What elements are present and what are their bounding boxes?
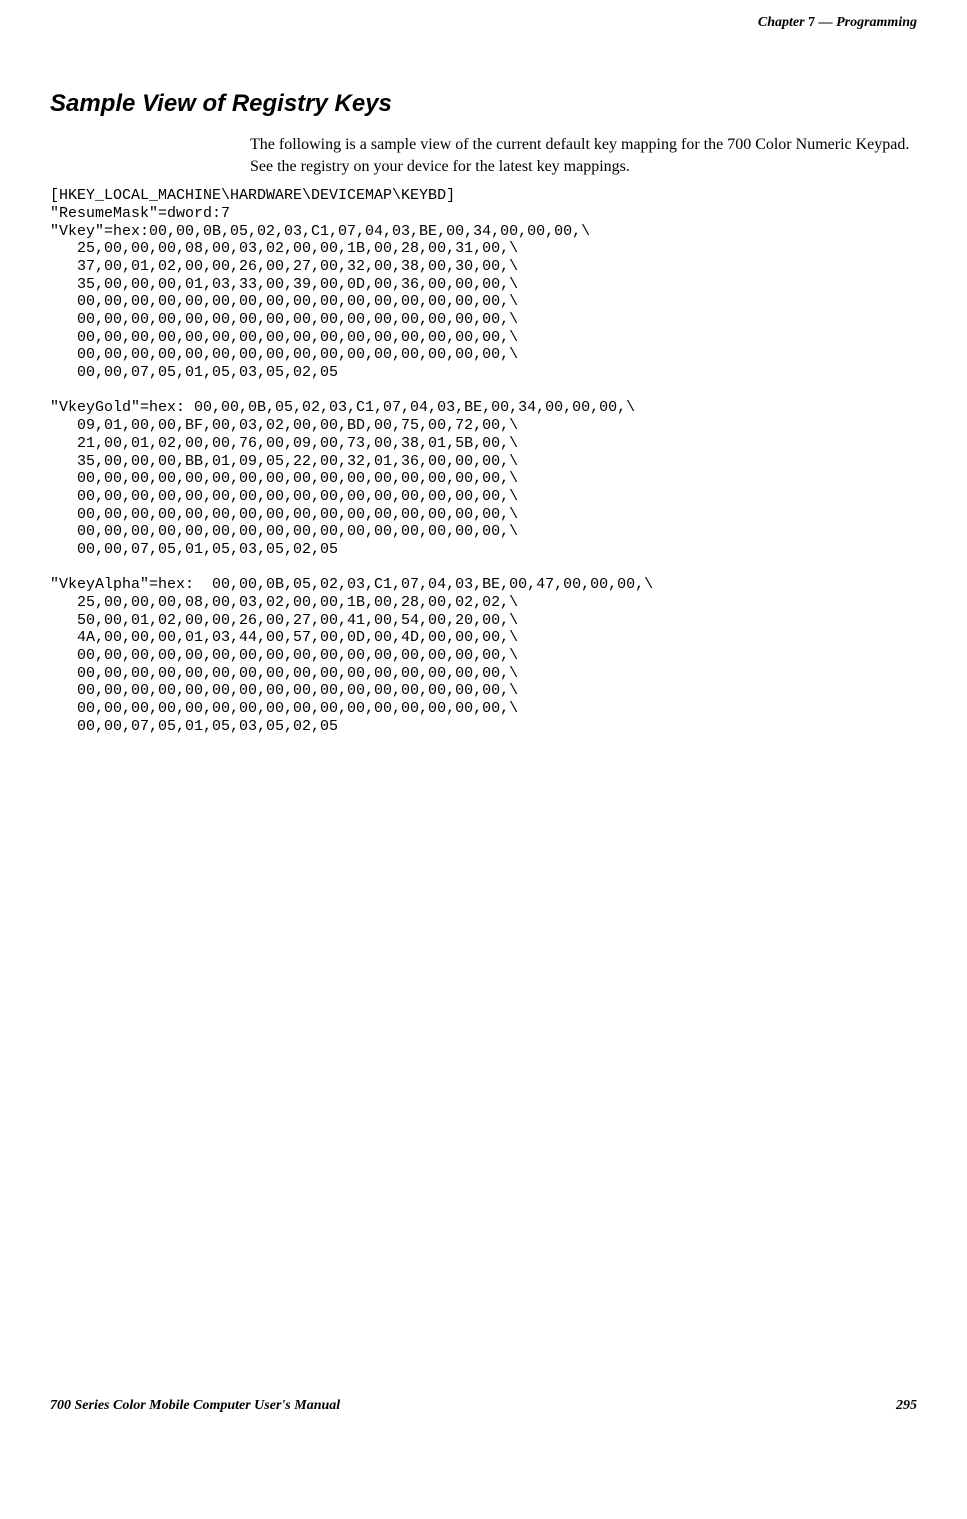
registry-code-block: [HKEY_LOCAL_MACHINE\HARDWARE\DEVICEMAP\K… [50, 187, 917, 735]
page-header: Chapter 7 — Programming [758, 15, 917, 31]
page-number: 295 [896, 1398, 917, 1414]
chapter-title: Programming [836, 15, 917, 30]
section-heading: Sample View of Registry Keys [50, 90, 917, 118]
intro-paragraph: The following is a sample view of the cu… [250, 134, 917, 177]
page-footer: 700 Series Color Mobile Computer User's … [50, 1398, 917, 1414]
manual-title: 700 Series Color Mobile Computer User's … [50, 1398, 340, 1414]
chapter-number: 7 [808, 15, 815, 30]
header-dash: — [819, 15, 833, 30]
chapter-label: Chapter [758, 15, 805, 30]
